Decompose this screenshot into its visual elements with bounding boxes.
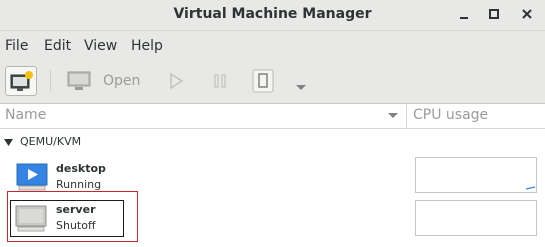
- sort-chevron-down-icon[interactable]: [387, 112, 399, 120]
- shutdown-button[interactable]: [252, 69, 274, 97]
- connection-row[interactable]: QEMU/KVM: [0, 134, 400, 152]
- column-divider[interactable]: [406, 104, 407, 128]
- expander-down-icon[interactable]: [4, 139, 14, 147]
- vm-status: Running: [56, 178, 102, 191]
- cpu-usage-graph: [415, 157, 537, 193]
- selection-box: [10, 200, 124, 237]
- close-button[interactable]: [519, 6, 535, 22]
- cpu-usage-graph: [415, 200, 537, 236]
- menu-view[interactable]: View: [84, 38, 117, 54]
- shutdown-icon: [252, 69, 274, 93]
- play-icon: [170, 72, 184, 90]
- new-vm-icon: [10, 71, 33, 91]
- toolbar-separator: [50, 70, 51, 92]
- monitor-icon: [67, 71, 91, 90]
- column-name-header[interactable]: Name: [5, 107, 46, 123]
- minimize-button[interactable]: [456, 6, 472, 22]
- running-vm-icon: [16, 163, 48, 191]
- pause-button[interactable]: [212, 73, 228, 93]
- menu-file[interactable]: File: [5, 38, 28, 54]
- menu-help[interactable]: Help: [131, 38, 163, 54]
- connection-label: QEMU/KVM: [20, 135, 82, 148]
- open-button[interactable]: [66, 70, 94, 96]
- cpu-usage-line: [526, 186, 536, 190]
- minimize-icon: [460, 17, 468, 19]
- pause-icon: [214, 74, 226, 88]
- open-button-label: Open: [103, 73, 141, 89]
- chevron-down-icon: [296, 85, 306, 90]
- shutdown-menu-button[interactable]: [295, 77, 307, 96]
- maximize-button[interactable]: [486, 6, 502, 22]
- column-cpu-header[interactable]: CPU usage: [413, 107, 488, 123]
- run-button[interactable]: [168, 72, 184, 93]
- title-bar: Virtual Machine Manager: [0, 0, 545, 31]
- menu-bar: File Edit View Help: [0, 31, 545, 60]
- vm-name: desktop: [56, 162, 106, 175]
- toolbar: Open: [0, 60, 545, 104]
- menu-edit[interactable]: Edit: [44, 38, 71, 54]
- close-icon: [522, 9, 532, 19]
- maximize-icon: [489, 9, 499, 19]
- column-header: Name CPU usage: [0, 104, 545, 129]
- new-vm-button[interactable]: [5, 66, 37, 96]
